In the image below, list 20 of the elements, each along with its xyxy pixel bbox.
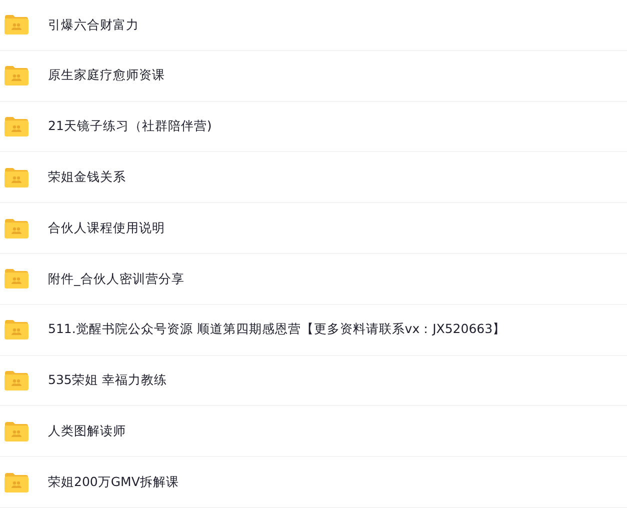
folder-name[interactable]: 荣姐金钱关系 bbox=[48, 168, 126, 187]
folder-name[interactable]: 人类图解读师 bbox=[48, 422, 126, 441]
shared-folder-icon bbox=[4, 268, 29, 290]
folder-name[interactable]: 附件_合伙人密训营分享 bbox=[48, 270, 184, 288]
folder-name[interactable]: 引爆六合财富力 bbox=[48, 16, 139, 34]
folder-name[interactable]: 21天镜子练习（社群陪伴营) bbox=[48, 117, 212, 136]
folder-name[interactable]: 合伙人课程使用说明 bbox=[48, 218, 165, 238]
folder-name[interactable]: 535荣姐 幸福力教练 bbox=[48, 371, 167, 390]
shared-folder-icon bbox=[4, 420, 29, 442]
shared-folder-icon bbox=[4, 14, 29, 36]
folder-name[interactable]: 荣姐200万GMV拆解课 bbox=[48, 472, 179, 492]
shared-folder-icon bbox=[4, 319, 29, 340]
folder-name[interactable]: 511.觉醒书院公众号资源 顺道第四期感恩营【更多资料请联系vx：JX520663】 bbox=[48, 320, 506, 340]
shared-folder-icon bbox=[4, 116, 29, 137]
shared-folder-icon bbox=[4, 472, 29, 493]
shared-folder-icon bbox=[4, 218, 29, 239]
shared-folder-icon bbox=[4, 370, 29, 391]
shared-folder-icon bbox=[4, 65, 29, 86]
shared-folder-icon bbox=[4, 166, 29, 188]
folder-name[interactable]: 原生家庭疗愈师资课 bbox=[48, 66, 165, 86]
